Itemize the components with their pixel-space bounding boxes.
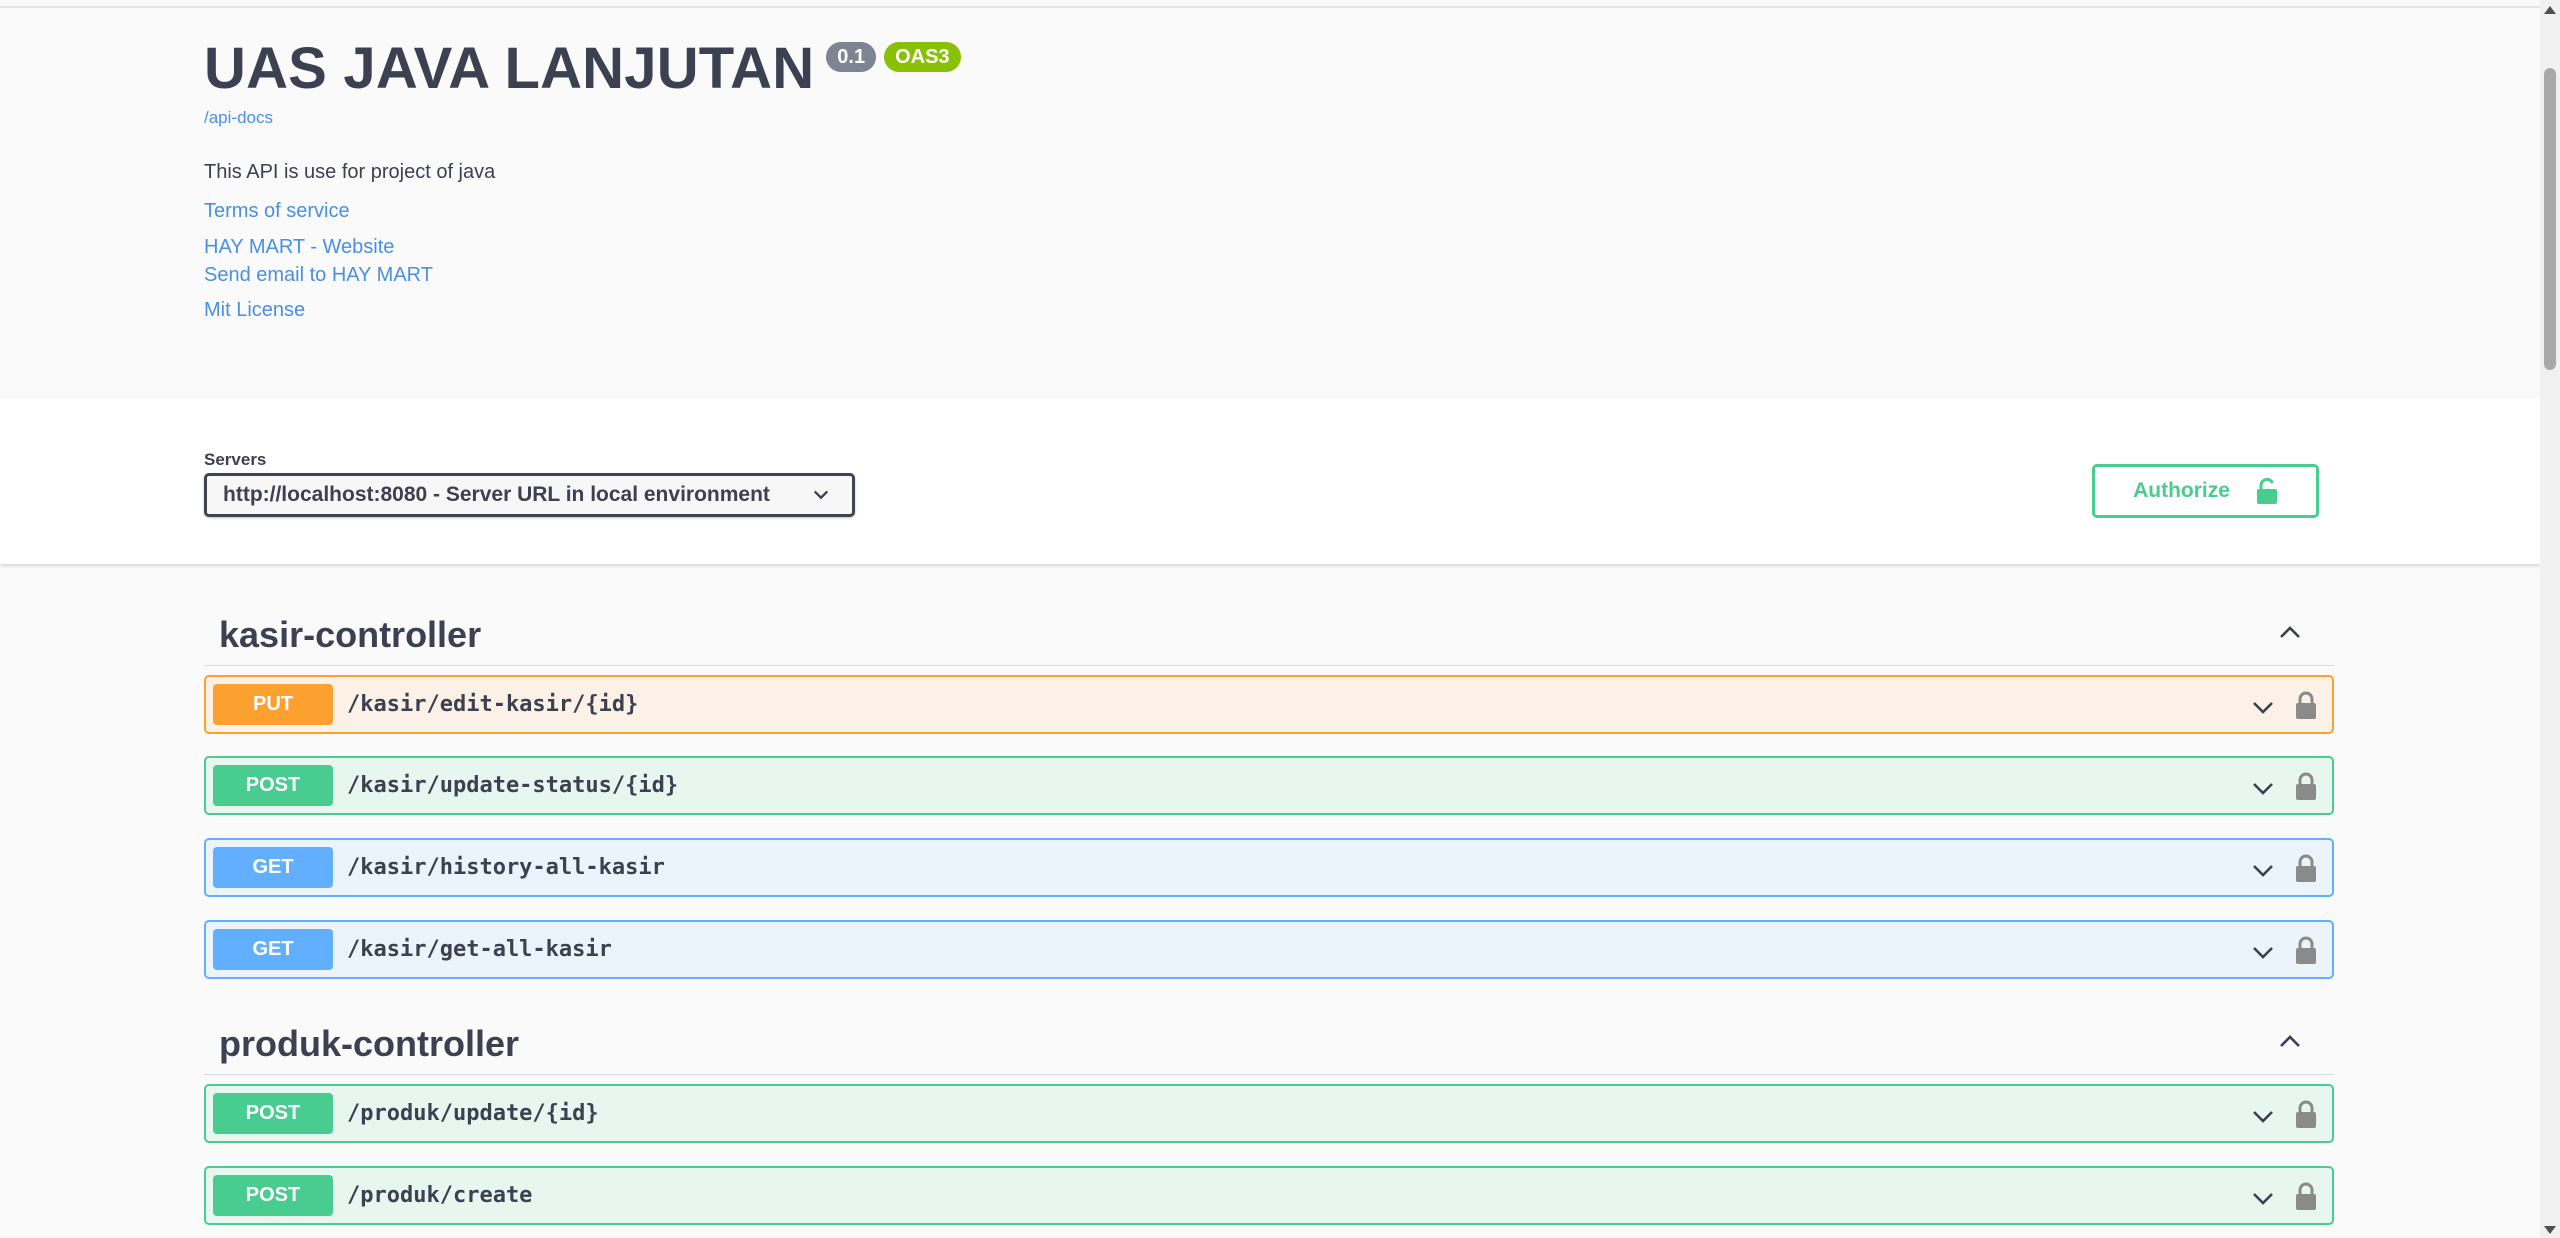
top-border — [0, 0, 2540, 8]
kasir-controller-header[interactable]: kasir-controller — [204, 596, 2334, 666]
scroll-down-arrow-icon[interactable] — [2544, 1226, 2556, 1234]
operation-row[interactable]: GET /kasir/get-all-kasir — [204, 920, 2334, 979]
scroll-thumb[interactable] — [2544, 68, 2556, 370]
authorize-button[interactable]: Authorize — [2092, 464, 2319, 518]
operation-path: /kasir/history-all-kasir — [347, 855, 665, 880]
servers-section: Servers http://localhost:8080 - Server U… — [0, 398, 2540, 564]
terms-of-service-link[interactable]: Terms of service — [204, 200, 350, 223]
operation-path: /kasir/edit-kasir/{id} — [347, 692, 639, 717]
lock-icon[interactable] — [2294, 690, 2318, 720]
server-select[interactable]: http://localhost:8080 - Server URL in lo… — [204, 473, 855, 517]
method-badge: GET — [213, 847, 333, 888]
method-badge: POST — [213, 1093, 333, 1134]
method-badge: POST — [213, 1175, 333, 1216]
method-badge: GET — [213, 929, 333, 970]
lock-icon[interactable] — [2294, 1099, 2318, 1129]
scroll-up-arrow-icon[interactable] — [2544, 6, 2556, 14]
chevron-down-icon — [2253, 702, 2273, 714]
version-badge: 0.1 — [826, 42, 877, 72]
website-link[interactable]: HAY MART - Website — [204, 236, 394, 259]
chevron-up-icon — [2280, 1035, 2300, 1047]
chevron-down-icon — [2253, 865, 2273, 877]
license-link[interactable]: Mit License — [204, 299, 305, 322]
lock-icon[interactable] — [2294, 853, 2318, 883]
chevron-down-icon — [2253, 1111, 2273, 1123]
api-description: This API is use for project of java — [204, 161, 496, 183]
lock-icon[interactable] — [2294, 935, 2318, 965]
vertical-scrollbar[interactable] — [2540, 0, 2560, 1238]
operation-path: /produk/create — [347, 1183, 533, 1208]
email-link[interactable]: Send email to HAY MART — [204, 264, 433, 287]
operation-row[interactable]: POST /produk/update/{id} — [204, 1084, 2334, 1143]
chevron-down-icon — [2253, 1193, 2273, 1205]
operation-row[interactable]: POST /produk/create — [204, 1166, 2334, 1225]
lock-icon[interactable] — [2294, 1181, 2318, 1211]
api-docs-link[interactable]: /api-docs — [204, 108, 273, 128]
method-badge: POST — [213, 765, 333, 806]
group-title: kasir-controller — [219, 614, 482, 655]
servers-label: Servers — [204, 450, 267, 469]
title-row: UAS JAVA LANJUTAN 0.1 OAS3 — [204, 34, 961, 104]
chevron-down-icon — [2253, 947, 2273, 959]
chevron-down-icon — [813, 490, 829, 500]
chevron-down-icon — [2253, 783, 2273, 795]
server-select-value: http://localhost:8080 - Server URL in lo… — [223, 483, 770, 506]
page-title: UAS JAVA LANJUTAN — [204, 36, 815, 101]
produk-controller-header[interactable]: produk-controller — [204, 1005, 2334, 1075]
operation-row[interactable]: POST /kasir/update-status/{id} — [204, 756, 2334, 815]
unlock-icon — [2256, 478, 2277, 504]
info-section: UAS JAVA LANJUTAN 0.1 OAS3 /api-docs Thi… — [0, 8, 2540, 398]
method-badge: PUT — [213, 684, 333, 725]
operation-row[interactable]: GET /kasir/history-all-kasir — [204, 838, 2334, 897]
operation-path: /kasir/update-status/{id} — [347, 773, 679, 798]
group-title: produk-controller — [219, 1023, 520, 1064]
lock-icon[interactable] — [2294, 771, 2318, 801]
operation-row[interactable]: PUT /kasir/edit-kasir/{id} — [204, 675, 2334, 734]
operation-path: /produk/update/{id} — [347, 1101, 599, 1126]
chevron-up-icon — [2280, 626, 2300, 638]
oas-badge: OAS3 — [884, 42, 961, 72]
operation-path: /kasir/get-all-kasir — [347, 937, 612, 962]
authorize-label: Authorize — [2133, 479, 2230, 502]
